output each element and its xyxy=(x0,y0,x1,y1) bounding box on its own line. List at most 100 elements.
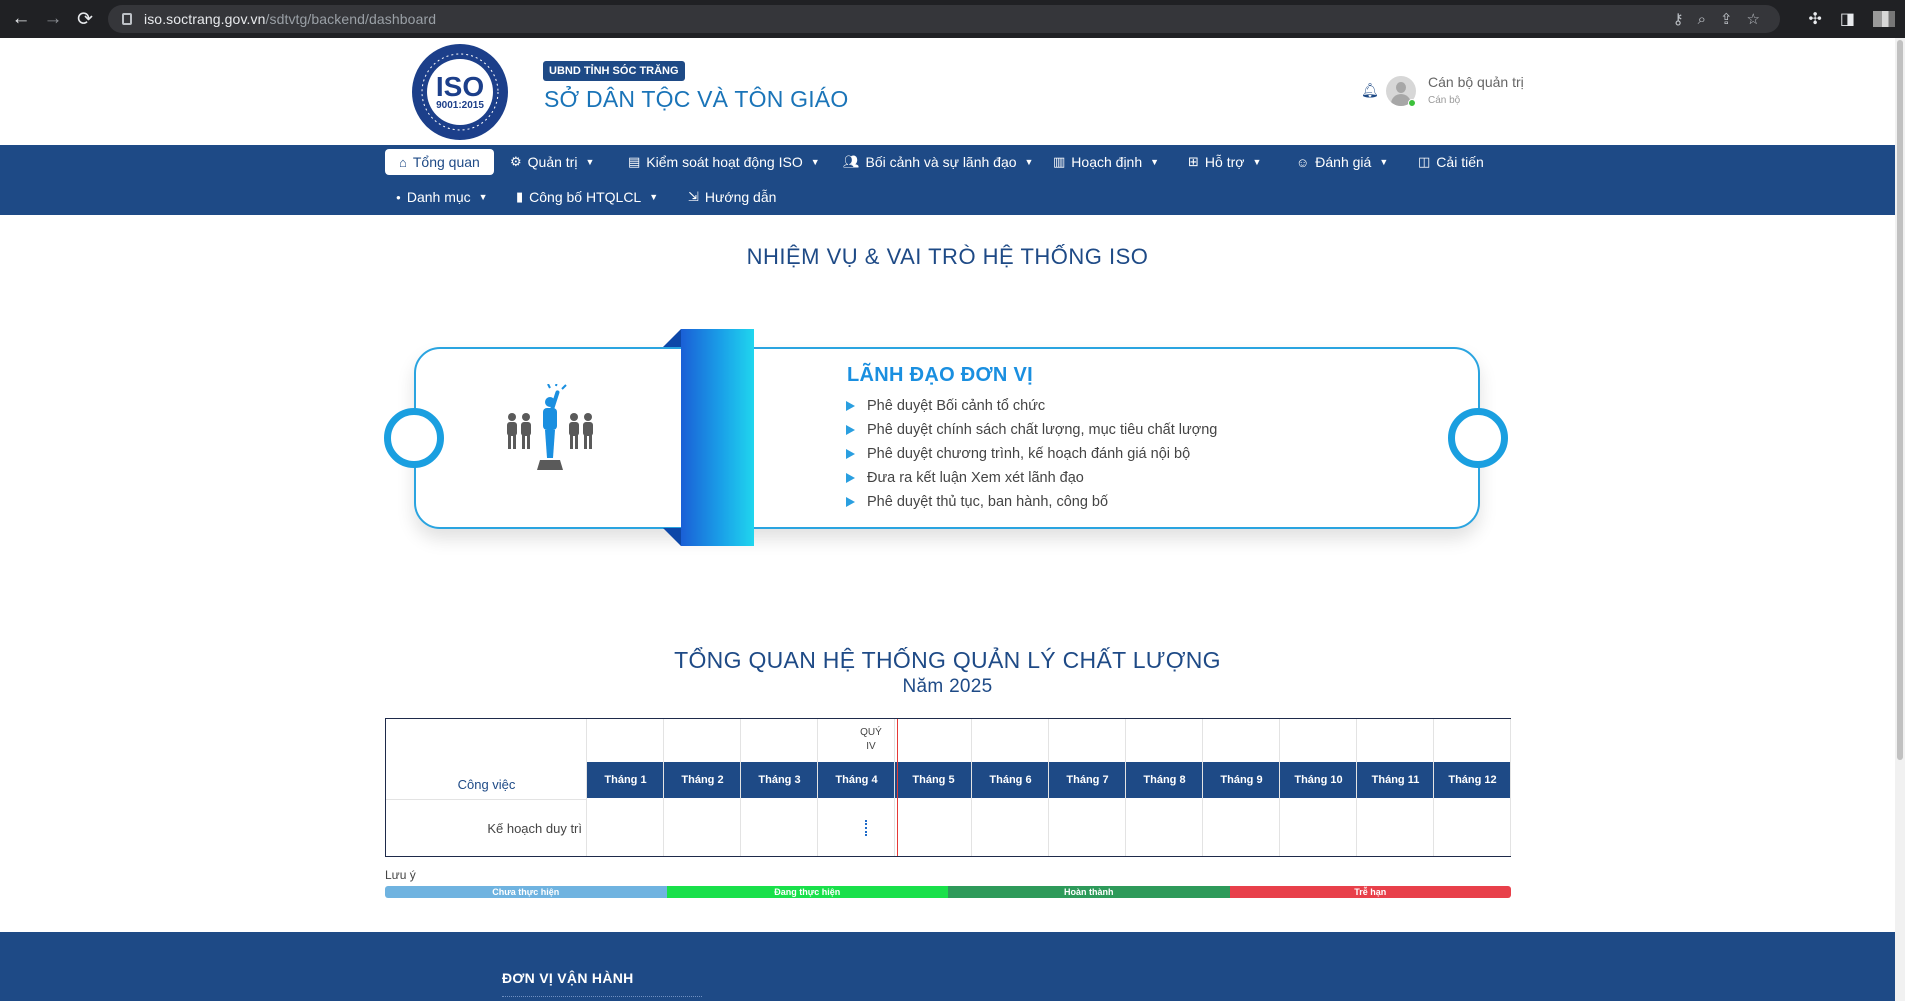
role-duty-list: Phê duyệt Bối cảnh tổ chức Phê duyệt chí… xyxy=(846,394,1217,514)
gantt-work-header: Công việc xyxy=(457,777,516,792)
chart-icon: ▥ xyxy=(1053,154,1066,169)
list-item: Đưa ra kết luận Xem xét lãnh đạo xyxy=(846,466,1217,490)
side-panel-icon[interactable]: ◨ xyxy=(1840,9,1855,29)
plan-progress-marker[interactable] xyxy=(865,820,867,836)
list-item: Phê duyệt chính sách chất lượng, mục tiê… xyxy=(846,418,1217,442)
role-heading: LÃNH ĐẠO ĐƠN VỊ xyxy=(847,364,1034,386)
gantt-month-label: Tháng 8 xyxy=(1143,774,1186,786)
address-bar[interactable]: iso.soctrang.gov.vn/sdtvtg/backend/dashb… xyxy=(108,5,1780,33)
bookmark-icon: ▮ xyxy=(516,189,524,204)
nav-huong-dan[interactable]: ⇲ Hướng dẫn xyxy=(688,185,776,209)
gantt-month-label: Tháng 7 xyxy=(1066,774,1109,786)
nav-tong-quan[interactable]: ⌂ Tổng quan xyxy=(385,149,494,175)
nav-hoach-dinh[interactable]: ▥ Hoạch định ▼ xyxy=(1053,150,1159,174)
status-legend: Chưa thực hiện Đang thực hiện Hoàn thành… xyxy=(385,886,1511,898)
bullet-triangle-icon xyxy=(846,497,855,507)
share-icon[interactable]: ⇪ xyxy=(1720,10,1733,28)
list-item: Phê duyệt chương trình, kế hoạch đánh gi… xyxy=(846,442,1217,466)
chevron-down-icon: ▼ xyxy=(1024,157,1034,167)
today-marker-line xyxy=(897,719,898,856)
browser-toolbar: ← → ⟳ iso.soctrang.gov.vn/sdtvtg/backend… xyxy=(0,0,1905,38)
logo-standard-text: 9001:2015 xyxy=(436,99,484,111)
site-header: ISO 9001:2015 UBND TỈNH SÓC TRĂNG SỞ DÂN… xyxy=(0,38,1905,145)
dot-icon: ● xyxy=(396,192,401,202)
bell-icon[interactable]: 🔔︎ xyxy=(1361,82,1379,99)
bullet-triangle-icon xyxy=(846,473,855,483)
footer-divider xyxy=(502,996,702,998)
chevron-down-icon: ▼ xyxy=(649,192,659,202)
chevron-down-icon: ▼ xyxy=(810,157,820,167)
ribbon-fold-bottom xyxy=(663,528,681,546)
gantt-month-label: Tháng 3 xyxy=(758,774,801,786)
gantt-month-label: Tháng 2 xyxy=(681,774,724,786)
gantt-month-label: Tháng 12 xyxy=(1448,774,1497,786)
scrollbar-thumb[interactable] xyxy=(1897,40,1903,760)
nav-danh-muc[interactable]: ● Danh mục ▼ xyxy=(396,185,488,209)
chevron-down-icon: ▼ xyxy=(585,157,595,167)
online-status-dot xyxy=(1408,99,1416,107)
chevron-down-icon: ▼ xyxy=(1150,157,1160,167)
chevron-down-icon: ▼ xyxy=(478,192,488,202)
lock-icon xyxy=(122,13,132,25)
guide-icon: ⇲ xyxy=(688,189,699,204)
profile-icon[interactable] xyxy=(1873,11,1895,27)
gantt-month-label: Tháng 6 xyxy=(989,774,1032,786)
key-icon[interactable]: ⚷ xyxy=(1673,10,1684,28)
legend-completed: Hoàn thành xyxy=(948,886,1230,898)
department-title[interactable]: SỞ DÂN TỘC VÀ TÔN GIÁO xyxy=(544,86,848,113)
chevron-down-icon: ▼ xyxy=(1252,157,1262,167)
iso-logo[interactable]: ISO 9001:2015 xyxy=(412,44,508,140)
document-icon: ▤ xyxy=(628,154,641,169)
card-left-ring xyxy=(384,408,444,468)
main-nav: ⌂ Tổng quan ⚙ Quản trị ▼ ▤ Kiểm soát hoạt độ… xyxy=(0,145,1905,215)
back-arrow-icon[interactable]: ← xyxy=(4,2,38,36)
gantt-month-label: Tháng 9 xyxy=(1220,774,1263,786)
bullet-triangle-icon xyxy=(846,425,855,435)
gantt-month-label: Tháng 11 xyxy=(1371,774,1420,786)
forward-arrow-icon[interactable]: → xyxy=(36,2,70,36)
reload-icon[interactable]: ⟳ xyxy=(68,2,102,36)
legend-not-started: Chưa thực hiện xyxy=(385,886,667,898)
card-ribbon xyxy=(681,329,754,546)
bullet-triangle-icon xyxy=(846,401,855,411)
overview-title: TỔNG QUAN HỆ THỐNG QUẢN LÝ CHẤT LƯỢNG xyxy=(674,647,1221,673)
legend-overdue: Trễ hạn xyxy=(1229,886,1511,898)
legend-title: Lưu ý xyxy=(385,868,416,882)
gantt-month-label: Tháng 1 xyxy=(604,774,647,786)
gantt-table: Công việc Kế hoạch duy trì Tháng 1 Tháng … xyxy=(385,718,1511,857)
nav-ho-tro[interactable]: ⊞ Hỗ trợ ▼ xyxy=(1188,150,1261,174)
list-item: Phê duyệt Bối cảnh tổ chức xyxy=(846,394,1217,418)
gantt-row-divider xyxy=(386,799,587,800)
bullet-triangle-icon xyxy=(846,449,855,459)
nav-danh-gia[interactable]: ☺ Đánh giá ▼ xyxy=(1296,150,1388,174)
extensions-icon[interactable]: ✣ xyxy=(1808,9,1821,29)
overview-year: Năm 2025 xyxy=(902,676,993,697)
nav-boi-canh[interactable]: 👥︎ Bối cảnh và sự lãnh đạo ▼ xyxy=(843,150,1033,174)
star-icon[interactable]: ☆ xyxy=(1747,10,1760,28)
page-scrollbar[interactable] xyxy=(1895,38,1905,1001)
gear-icon: ⚙ xyxy=(510,154,522,169)
nav-cai-tien[interactable]: ◫ Cải tiến xyxy=(1418,150,1484,174)
province-badge: UBND TỈNH SÓC TRĂNG xyxy=(543,61,685,81)
leader-group-icon xyxy=(507,384,593,470)
user-role: Cán bộ xyxy=(1428,95,1461,106)
users-icon: 👥︎ xyxy=(843,154,860,169)
logo-iso-text: ISO xyxy=(435,70,485,102)
ribbon-fold-top xyxy=(663,329,681,347)
nav-quan-tri[interactable]: ⚙ Quản trị ▼ xyxy=(510,150,594,174)
zoom-icon[interactable]: ⌕ xyxy=(1698,11,1706,28)
user-name[interactable]: Cán bộ quản trị xyxy=(1428,74,1524,90)
gantt-row-label[interactable]: Kế hoạch duy trì xyxy=(386,821,582,836)
nav-kiem-soat[interactable]: ▤ Kiểm soát hoạt động ISO ▼ xyxy=(628,150,820,174)
list-item: Phê duyệt thủ tục, ban hành, công bố xyxy=(846,490,1217,514)
nav-cong-bo[interactable]: ▮ Công bố HTQLCL ▼ xyxy=(516,185,658,209)
card-right-ring xyxy=(1448,408,1508,468)
gantt-month-label: Tháng 5 xyxy=(912,774,955,786)
footer-title: ĐƠN VỊ VẬN HÀNH xyxy=(502,970,634,986)
roles-section-title: NHIỆM VỤ & VAI TRÒ HỆ THỐNG ISO xyxy=(746,244,1149,269)
user-check-icon: ☺ xyxy=(1296,154,1310,170)
support-icon: ⊞ xyxy=(1188,154,1199,169)
legend-in-progress: Đang thực hiện xyxy=(666,886,948,898)
gantt-month-label: Tháng 10 xyxy=(1294,774,1343,786)
quarter-label: QUÝ IV xyxy=(860,727,882,752)
